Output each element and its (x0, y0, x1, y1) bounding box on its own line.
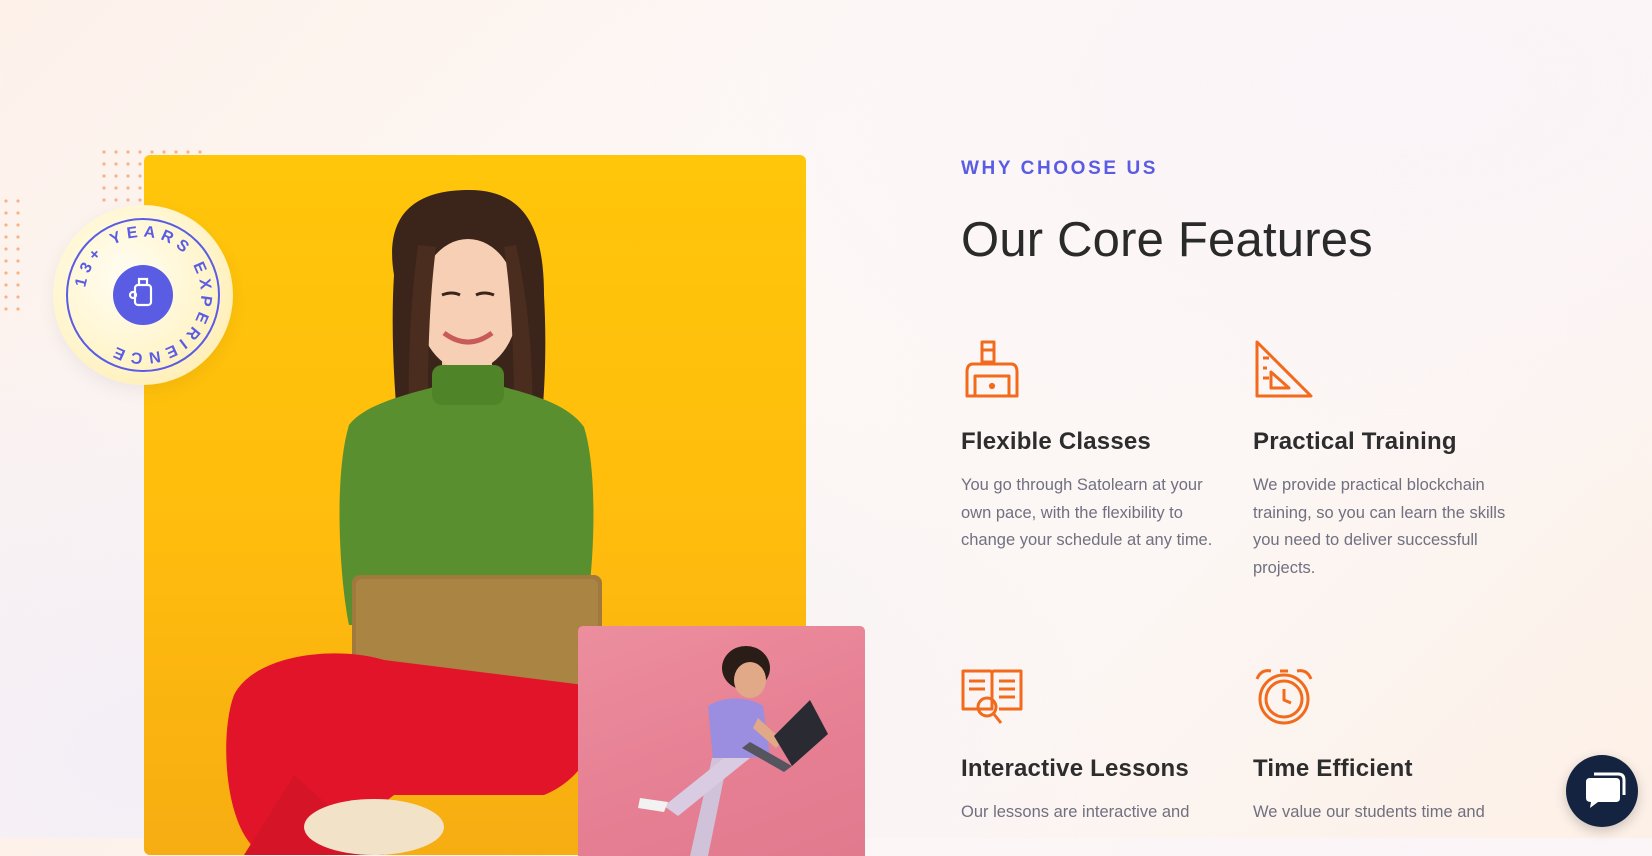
experience-badge: 13+ YEARS EXPERIENCE (53, 205, 233, 385)
set-square-icon (1255, 340, 1313, 398)
decorative-dots-left (0, 195, 28, 315)
section-eyebrow: WHY CHOOSE US (961, 158, 1159, 179)
feature-interactive-lessons: Interactive Lessons Our lessons are inte… (961, 665, 1229, 827)
book-search-icon (961, 669, 1023, 724)
feature-practical-training: Practical Training We provide practical … (1253, 338, 1513, 582)
feature-title: Interactive Lessons (961, 755, 1189, 782)
feature-description: You go through Satolearn at your own pac… (961, 476, 1213, 549)
secondary-photo (578, 626, 865, 856)
feature-title: Practical Training (1253, 428, 1457, 455)
alarm-clock-icon (1255, 669, 1313, 725)
section-title: Our Core Features (961, 213, 1373, 267)
feature-description: We provide practical blockchain training… (1253, 476, 1506, 577)
man-jumping-image (638, 646, 828, 856)
chat-button[interactable] (1566, 755, 1638, 827)
feature-time-efficient: Time Efficient We value our students tim… (1253, 665, 1513, 827)
feature-title: Time Efficient (1253, 755, 1413, 782)
feature-description: We value our students time and (1253, 803, 1485, 821)
feature-description: Our lessons are interactive and (961, 803, 1190, 821)
badge-ring: 13+ YEARS EXPERIENCE (66, 218, 220, 372)
chat-icon (1586, 772, 1626, 808)
feature-flexible-classes: Flexible Classes You go through Satolear… (961, 338, 1229, 555)
student-laptop-icon (965, 340, 1019, 398)
feature-title: Flexible Classes (961, 428, 1151, 455)
